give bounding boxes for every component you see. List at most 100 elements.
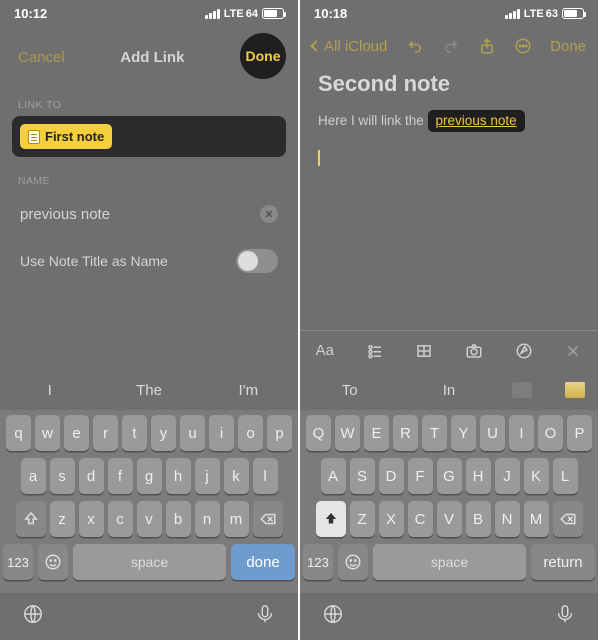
key-m[interactable]: M: [524, 501, 549, 537]
suggestion-2[interactable]: In: [399, 382, 498, 399]
linkto-section-label: LINK TO: [0, 99, 298, 116]
key-d[interactable]: d: [79, 458, 104, 494]
linked-note-chip[interactable]: First note: [20, 124, 112, 149]
linkto-field[interactable]: First note: [12, 116, 286, 157]
note-link[interactable]: previous note: [428, 110, 525, 132]
key-n[interactable]: N: [495, 501, 520, 537]
key-j[interactable]: J: [495, 458, 520, 494]
key-g[interactable]: g: [137, 458, 162, 494]
key-l[interactable]: L: [553, 458, 578, 494]
done-button[interactable]: Done: [550, 38, 586, 55]
dictation-key[interactable]: [554, 603, 576, 630]
camera-button[interactable]: [449, 342, 499, 360]
suggestion-bar: To In: [300, 370, 598, 410]
key-i[interactable]: I: [509, 415, 534, 451]
key-z[interactable]: Z: [350, 501, 375, 537]
key-j[interactable]: j: [195, 458, 220, 494]
key-g[interactable]: G: [437, 458, 462, 494]
key-e[interactable]: E: [364, 415, 389, 451]
status-time: 10:18: [314, 6, 347, 21]
key-i[interactable]: i: [209, 415, 234, 451]
globe-key[interactable]: [322, 603, 344, 630]
key-r[interactable]: R: [393, 415, 418, 451]
key-w[interactable]: W: [335, 415, 360, 451]
checklist-button[interactable]: [350, 342, 400, 360]
use-title-toggle[interactable]: [236, 249, 278, 273]
table-button[interactable]: [399, 342, 449, 360]
return-key[interactable]: return: [531, 544, 595, 580]
key-a[interactable]: a: [21, 458, 46, 494]
redo-button[interactable]: [442, 37, 460, 55]
cancel-button[interactable]: Cancel: [18, 49, 65, 66]
dictation-key[interactable]: [254, 603, 276, 630]
markup-button[interactable]: [499, 342, 549, 360]
suggestion-notes[interactable]: [499, 382, 598, 398]
undo-button[interactable]: [406, 37, 424, 55]
backspace-key[interactable]: [553, 501, 583, 537]
shift-key[interactable]: [16, 501, 46, 537]
key-c[interactable]: c: [108, 501, 133, 537]
key-f[interactable]: f: [108, 458, 133, 494]
name-section-label: NAME: [0, 175, 298, 192]
key-b[interactable]: B: [466, 501, 491, 537]
numbers-key[interactable]: 123: [303, 544, 333, 580]
key-y[interactable]: Y: [451, 415, 476, 451]
key-h[interactable]: H: [466, 458, 491, 494]
key-z[interactable]: z: [50, 501, 75, 537]
emoji-key[interactable]: [338, 544, 368, 580]
key-w[interactable]: w: [35, 415, 60, 451]
numbers-key[interactable]: 123: [3, 544, 33, 580]
text-style-button[interactable]: Aa: [300, 342, 350, 359]
key-b[interactable]: b: [166, 501, 191, 537]
clear-icon[interactable]: ✕: [260, 205, 278, 223]
key-m[interactable]: m: [224, 501, 249, 537]
key-q[interactable]: q: [6, 415, 31, 451]
use-title-toggle-row: Use Note Title as Name: [12, 236, 286, 286]
key-n[interactable]: n: [195, 501, 220, 537]
key-t[interactable]: T: [422, 415, 447, 451]
key-a[interactable]: A: [321, 458, 346, 494]
key-s[interactable]: s: [50, 458, 75, 494]
key-x[interactable]: x: [79, 501, 104, 537]
suggestion-1[interactable]: I: [0, 382, 99, 399]
key-c[interactable]: C: [408, 501, 433, 537]
close-format-button[interactable]: [548, 342, 598, 360]
key-e[interactable]: e: [64, 415, 89, 451]
suggestion-1[interactable]: To: [300, 382, 399, 399]
key-u[interactable]: U: [480, 415, 505, 451]
key-q[interactable]: Q: [306, 415, 331, 451]
key-v[interactable]: v: [137, 501, 162, 537]
key-o[interactable]: o: [238, 415, 263, 451]
backspace-key[interactable]: [253, 501, 283, 537]
key-l[interactable]: l: [253, 458, 278, 494]
key-p[interactable]: P: [567, 415, 592, 451]
share-button[interactable]: [478, 37, 496, 55]
emoji-key[interactable]: [38, 544, 68, 580]
key-o[interactable]: O: [538, 415, 563, 451]
key-h[interactable]: h: [166, 458, 191, 494]
key-x[interactable]: X: [379, 501, 404, 537]
globe-key[interactable]: [22, 603, 44, 630]
more-button[interactable]: [514, 37, 532, 55]
key-k[interactable]: K: [524, 458, 549, 494]
done-key[interactable]: done: [231, 544, 295, 580]
space-key[interactable]: space: [373, 544, 526, 580]
key-d[interactable]: D: [379, 458, 404, 494]
key-t[interactable]: t: [122, 415, 147, 451]
key-s[interactable]: S: [350, 458, 375, 494]
key-r[interactable]: r: [93, 415, 118, 451]
done-button[interactable]: Done: [240, 33, 286, 79]
key-p[interactable]: p: [267, 415, 292, 451]
key-v[interactable]: V: [437, 501, 462, 537]
note-body[interactable]: Second note Here I will link the previou…: [300, 71, 598, 171]
back-button[interactable]: All iCloud: [312, 38, 387, 55]
key-u[interactable]: u: [180, 415, 205, 451]
space-key[interactable]: space: [73, 544, 226, 580]
name-field-row[interactable]: previous note ✕: [12, 192, 286, 236]
shift-key[interactable]: [316, 501, 346, 537]
key-f[interactable]: F: [408, 458, 433, 494]
suggestion-2[interactable]: The: [99, 382, 198, 399]
key-k[interactable]: k: [224, 458, 249, 494]
key-y[interactable]: y: [151, 415, 176, 451]
suggestion-3[interactable]: I'm: [199, 382, 298, 399]
